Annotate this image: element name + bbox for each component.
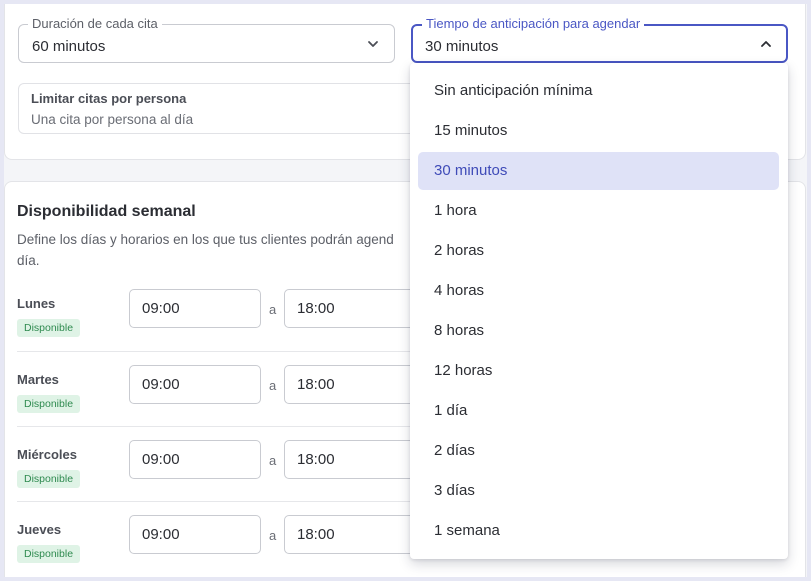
weekly-description: Define los días y horarios en los que tu… [17, 229, 437, 271]
limit-title: Limitar citas por persona [31, 91, 187, 106]
weekly-description-line1: Define los días y horarios en los que tu… [17, 232, 394, 247]
option-1-dia[interactable]: 1 día [418, 392, 779, 430]
status-badge: Disponible [17, 545, 81, 563]
limit-subtitle: Una cita por persona al día [31, 112, 194, 127]
start-time-input[interactable]: 09:00 [129, 289, 261, 328]
option-15-minutos[interactable]: 15 minutos [418, 112, 779, 150]
option-1-hora[interactable]: 1 hora [418, 192, 779, 230]
time-separator: a [269, 528, 277, 543]
duration-value: 60 minutos [32, 38, 106, 55]
option-3-dias[interactable]: 3 días [418, 472, 779, 510]
time-separator: a [269, 378, 277, 393]
option-4-horas[interactable]: 4 horas [418, 272, 779, 310]
day-name: Miércoles [17, 447, 77, 462]
start-time-input[interactable]: 09:00 [129, 440, 261, 479]
status-badge: Disponible [17, 395, 81, 413]
advance-options-menu: Sin anticipación mínima 15 minutos 30 mi… [410, 63, 788, 559]
duration-select[interactable]: Duración de cada cita 60 minutos [18, 16, 395, 63]
time-separator: a [269, 302, 277, 317]
advance-value: 30 minutos [425, 38, 499, 55]
weekly-title: Disponibilidad semanal [17, 203, 196, 220]
option-sin-anticipacion[interactable]: Sin anticipación mínima [418, 72, 779, 110]
start-time-input[interactable]: 09:00 [129, 515, 261, 554]
option-1-semana[interactable]: 1 semana [418, 512, 779, 550]
day-row-martes: Martes Disponible 09:00 a 18:00 [17, 351, 444, 426]
advance-label: Tiempo de anticipación para agendar [422, 16, 645, 32]
day-row-jueves: Jueves Disponible 09:00 a 18:00 [17, 501, 444, 576]
day-name: Lunes [17, 296, 56, 311]
chevron-up-icon [761, 41, 771, 47]
option-2-horas[interactable]: 2 horas [418, 232, 779, 270]
time-separator: a [269, 453, 277, 468]
start-time-input[interactable]: 09:00 [129, 365, 261, 404]
day-name: Jueves [17, 522, 62, 537]
day-name: Martes [17, 372, 59, 387]
chevron-down-icon [368, 41, 378, 47]
option-12-horas[interactable]: 12 horas [418, 352, 779, 390]
duration-label: Duración de cada cita [28, 16, 162, 32]
status-badge: Disponible [17, 319, 81, 337]
weekly-description-line2: día. [17, 253, 40, 268]
advance-select[interactable]: Tiempo de anticipación para agendar 30 m… [411, 16, 788, 63]
option-30-minutos[interactable]: 30 minutos [418, 152, 779, 190]
day-row-lunes: Lunes Disponible 09:00 a 18:00 [17, 276, 444, 351]
option-8-horas[interactable]: 8 horas [418, 312, 779, 350]
option-2-dias[interactable]: 2 días [418, 432, 779, 470]
day-row-miercoles: Miércoles Disponible 09:00 a 18:00 [17, 426, 444, 501]
page-frame: Duración de cada cita 60 minutos Tiempo … [4, 4, 807, 577]
status-badge: Disponible [17, 470, 81, 488]
limit-per-person-option[interactable]: Limitar citas por persona Una cita por p… [18, 83, 438, 134]
